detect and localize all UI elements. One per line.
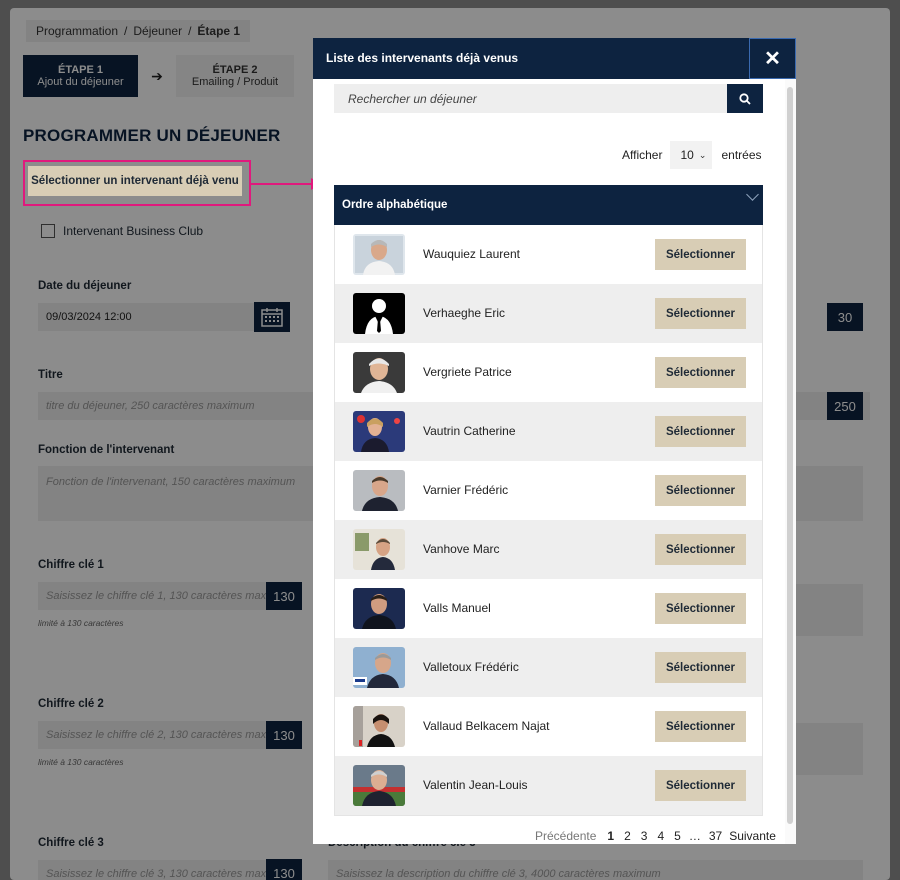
select-speaker-button[interactable]: Sélectionner <box>655 652 746 683</box>
entries-control: Afficher 10 ⌄ entrées <box>622 141 762 169</box>
select-speaker-button[interactable]: Sélectionner <box>655 593 746 624</box>
speaker-name: Wauquiez Laurent <box>423 247 520 261</box>
search-input[interactable] <box>334 84 727 113</box>
speaker-row: Vautrin Catherine Sélectionner <box>335 402 762 461</box>
chevron-down-icon: ⌄ <box>698 149 707 160</box>
select-speaker-button[interactable]: Sélectionner <box>655 416 746 447</box>
speaker-photo <box>353 706 405 747</box>
speaker-name: Valls Manuel <box>423 601 491 615</box>
pagination-previous[interactable]: Précédente <box>535 829 596 843</box>
speaker-photo <box>353 470 405 511</box>
pagination: Précédente 1 2 3 4 5 … 37 Suivante <box>535 829 776 843</box>
speaker-name: Verhaeghe Eric <box>423 306 506 320</box>
select-speaker-button[interactable]: Sélectionner <box>655 770 746 801</box>
speaker-row: Vallaud Belkacem Najat Sélectionner <box>335 697 762 756</box>
entries-label: entrées <box>721 148 762 162</box>
speaker-name: Valletoux Frédéric <box>423 660 519 674</box>
speaker-row: Valletoux Frédéric Sélectionner <box>335 638 762 697</box>
speaker-row: Valls Manuel Sélectionner <box>335 579 762 638</box>
speaker-name: Varnier Frédéric <box>423 483 509 497</box>
pagination-page[interactable]: 4 <box>657 829 664 843</box>
select-speaker-button[interactable]: Sélectionner <box>655 357 746 388</box>
speaker-name: Valentin Jean-Louis <box>423 778 528 792</box>
select-speaker-button[interactable]: Sélectionner <box>655 239 746 270</box>
select-speaker-button[interactable]: Sélectionner <box>655 475 746 506</box>
pagination-page[interactable]: 2 <box>624 829 631 843</box>
pagination-page[interactable]: 1 <box>607 829 614 843</box>
pagination-page[interactable]: 5 <box>674 829 681 843</box>
chevron-down-icon <box>746 188 759 201</box>
speakers-modal: Liste des intervenants déjà venus ✕ Affi… <box>313 38 796 844</box>
speaker-photo <box>353 647 405 688</box>
entries-value: 10 <box>680 148 694 162</box>
sort-label: Ordre alphabétique <box>342 199 448 211</box>
close-icon[interactable]: ✕ <box>749 38 796 79</box>
select-speaker-button[interactable]: Sélectionner <box>655 534 746 565</box>
speaker-row: Valentin Jean-Louis Sélectionner <box>335 756 762 815</box>
annotation-arrow <box>251 183 313 185</box>
entries-select[interactable]: 10 ⌄ <box>670 141 713 169</box>
speaker-row: Vanhove Marc Sélectionner <box>335 520 762 579</box>
select-speaker-button[interactable]: Sélectionner <box>655 298 746 329</box>
speaker-row: Varnier Frédéric Sélectionner <box>335 461 762 520</box>
speaker-photo <box>353 352 405 393</box>
speaker-name: Vallaud Belkacem Najat <box>423 719 550 733</box>
select-previous-speaker-button[interactable]: Sélectionner un intervenant déjà venu <box>28 166 242 196</box>
speaker-row: Vergriete Patrice Sélectionner <box>335 343 762 402</box>
pagination-ellipsis: … <box>688 829 701 843</box>
pagination-page[interactable]: 37 <box>709 829 722 843</box>
modal-header: Liste des intervenants déjà venus ✕ <box>313 38 796 79</box>
speaker-name: Vautrin Catherine <box>423 424 516 438</box>
pagination-next[interactable]: Suivante <box>729 829 776 843</box>
speaker-photo <box>353 411 405 452</box>
show-label: Afficher <box>622 148 663 162</box>
speaker-name: Vanhove Marc <box>423 542 500 556</box>
search-icon[interactable] <box>727 84 763 113</box>
speaker-row: Verhaeghe Eric Sélectionner <box>335 284 762 343</box>
speaker-photo <box>353 588 405 629</box>
modal-scrollbar[interactable] <box>787 87 793 824</box>
speaker-list: Wauquiez Laurent Sélectionner Verhaeghe … <box>334 225 763 816</box>
speaker-photo <box>353 529 405 570</box>
speaker-row: Wauquiez Laurent Sélectionner <box>335 225 762 284</box>
speaker-photo <box>353 765 405 806</box>
speaker-name: Vergriete Patrice <box>423 365 512 379</box>
speaker-photo <box>353 293 405 334</box>
modal-title: Liste des intervenants déjà venus <box>326 51 519 65</box>
speaker-photo <box>353 234 405 275</box>
pagination-page[interactable]: 3 <box>641 829 648 843</box>
select-speaker-button[interactable]: Sélectionner <box>655 711 746 742</box>
list-header[interactable]: Ordre alphabétique <box>334 185 763 225</box>
